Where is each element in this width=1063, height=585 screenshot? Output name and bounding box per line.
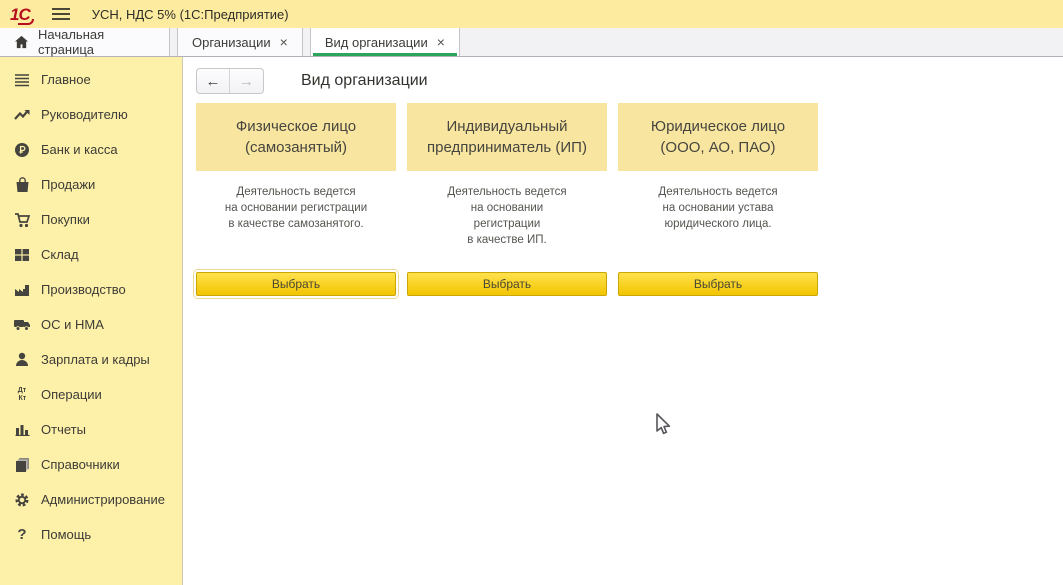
card-individual-self-employed: Физическое лицо (самозанятый) Деятельнос… — [196, 103, 396, 248]
trending-up-icon — [12, 108, 32, 121]
main-menu-icon[interactable] — [52, 5, 70, 23]
bar-chart-icon — [12, 423, 32, 436]
tab-strip: Начальная страница Организации × Вид орг… — [0, 28, 1063, 57]
history-nav-group: ← → — [196, 68, 264, 94]
card-header: Индивидуальный предприниматель (ИП) — [407, 103, 607, 171]
sidebar-item-purchases[interactable]: Покупки — [0, 202, 182, 237]
tab-home[interactable]: Начальная страница — [0, 28, 170, 56]
factory-icon — [12, 283, 32, 297]
card-description: Деятельность ведется на основании устава… — [618, 171, 818, 232]
sidebar-item-sales[interactable]: Продажи — [0, 167, 182, 202]
tab-organizations[interactable]: Организации × — [177, 28, 303, 56]
sidebar-item-manager[interactable]: Руководителю — [0, 97, 182, 132]
card-header: Физическое лицо (самозанятый) — [196, 103, 396, 171]
sidebar-item-payroll-hr[interactable]: Зарплата и кадры — [0, 342, 182, 377]
1c-logo: 1С — [10, 6, 30, 23]
sidebar-item-operations[interactable]: ДтКт Операции — [0, 377, 182, 412]
card-legal-entity: Юридическое лицо (ООО, АО, ПАО) Деятельн… — [618, 103, 818, 248]
shopping-cart-icon — [12, 212, 32, 228]
tab-organization-kind[interactable]: Вид организации × — [310, 28, 460, 56]
card-description: Деятельность ведется на основании регист… — [407, 171, 607, 248]
card-header: Юридическое лицо (ООО, АО, ПАО) — [618, 103, 818, 171]
card-sole-proprietor: Индивидуальный предприниматель (ИП) Деят… — [407, 103, 607, 248]
select-sole-proprietor-button[interactable]: Выбрать — [407, 272, 607, 296]
window-title: УСН, НДС 5% (1С:Предприятие) — [92, 7, 289, 22]
sidebar-item-reports[interactable]: Отчеты — [0, 412, 182, 447]
ruble-coin-icon — [12, 142, 32, 158]
sidebar-item-help[interactable]: ? Помощь — [0, 517, 182, 552]
debit-credit-icon: ДтКт — [12, 387, 32, 402]
topbar: 1С УСН, НДС 5% (1С:Предприятие) — [0, 0, 1063, 28]
tab-organizations-label: Организации — [192, 35, 271, 50]
sidebar-item-production[interactable]: Производство — [0, 272, 182, 307]
shopping-bag-icon — [12, 177, 32, 193]
select-self-employed-button[interactable]: Выбрать — [196, 272, 396, 296]
home-icon — [14, 35, 29, 49]
sidebar-item-bank-cash[interactable]: Банк и касса — [0, 132, 182, 167]
tab-home-label: Начальная страница — [38, 27, 155, 57]
sidebar-item-administration[interactable]: Администрирование — [0, 482, 182, 517]
close-icon[interactable]: × — [280, 35, 288, 49]
app-window: 1С УСН, НДС 5% (1С:Предприятие) Начальна… — [0, 0, 1063, 585]
select-legal-entity-button[interactable]: Выбрать — [618, 272, 818, 296]
sidebar-item-main[interactable]: Главное — [0, 62, 182, 97]
question-icon: ? — [12, 526, 32, 543]
back-button[interactable]: ← — [197, 69, 230, 93]
sidebar-item-fixed-assets[interactable]: ОС и НМА — [0, 307, 182, 342]
warehouse-icon — [12, 248, 32, 262]
truck-icon — [12, 318, 32, 331]
person-icon — [12, 352, 32, 367]
gear-icon — [12, 492, 32, 508]
sidebar: Главное Руководителю Банк и касса — [0, 57, 183, 585]
close-icon[interactable]: × — [437, 35, 445, 49]
tab-organization-kind-label: Вид организации — [325, 35, 428, 50]
sidebar-item-warehouse[interactable]: Склад — [0, 237, 182, 272]
menu-lines-icon — [12, 73, 32, 87]
books-icon — [12, 457, 32, 472]
card-description: Деятельность ведется на основании регист… — [196, 171, 396, 232]
forward-button[interactable]: → — [230, 69, 263, 93]
sidebar-item-directories[interactable]: Справочники — [0, 447, 182, 482]
main-content: ← → Вид организации Физическое лицо (сам… — [184, 57, 1063, 585]
page-title: Вид организации — [301, 72, 428, 90]
